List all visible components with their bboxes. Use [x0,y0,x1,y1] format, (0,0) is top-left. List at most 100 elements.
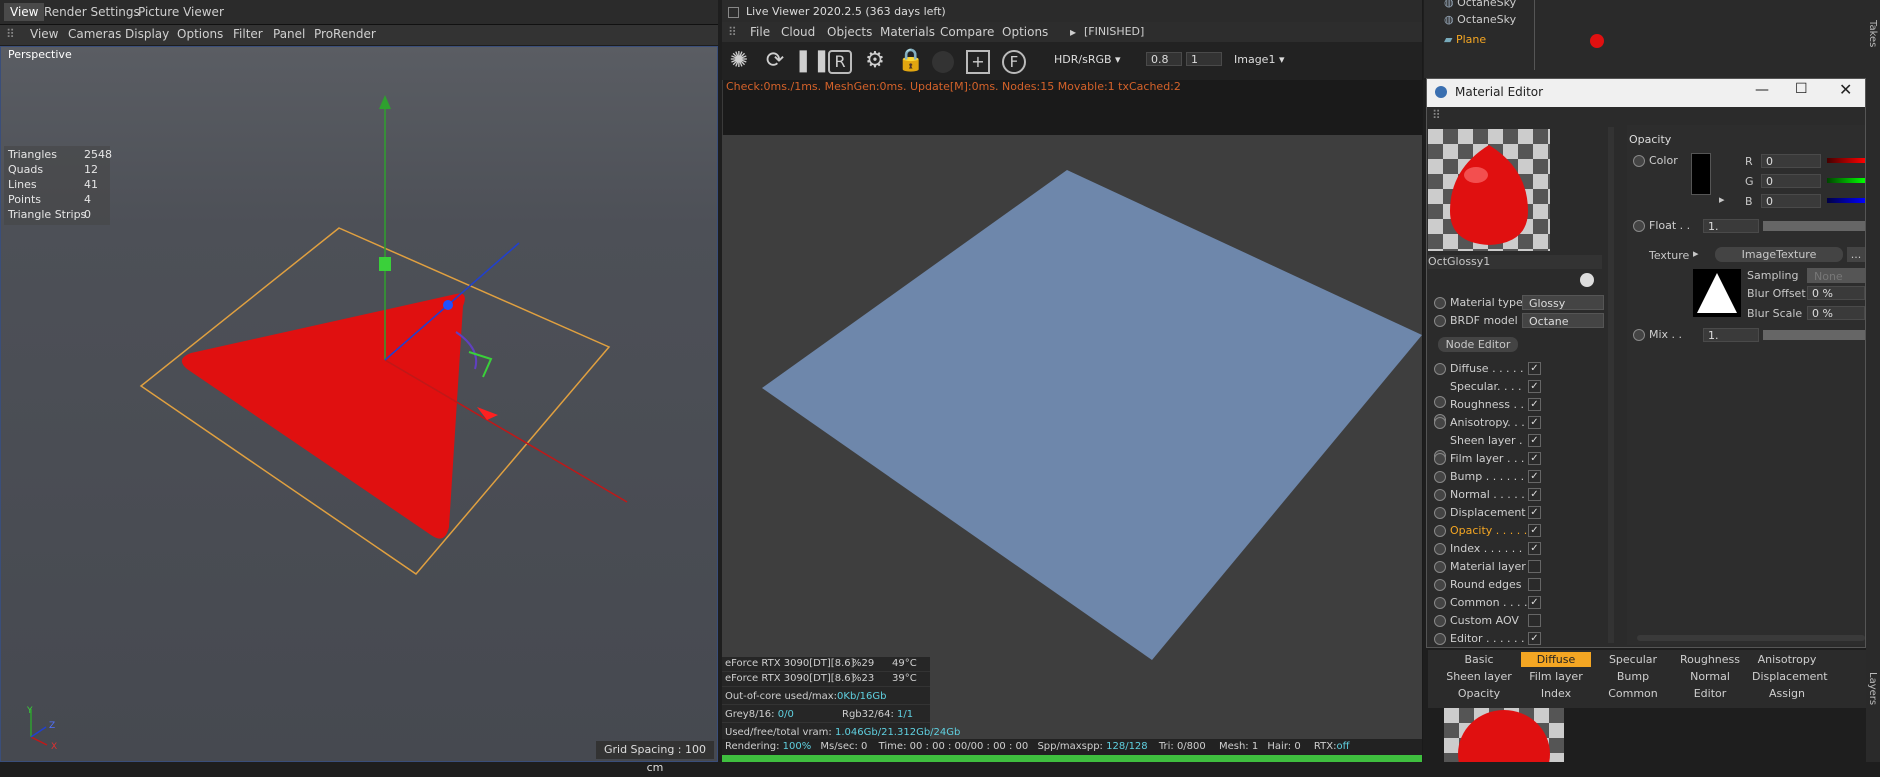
viewport-camera-label[interactable]: Perspective [8,48,72,61]
menu-panel[interactable]: Panel [273,27,305,41]
radio-icon[interactable] [1434,543,1446,555]
channel-checkbox[interactable]: ✓ [1528,524,1541,537]
x-axis-handle[interactable] [477,407,498,420]
grip-icon[interactable]: ⠿ [1432,108,1441,122]
channel-row[interactable]: Custom AOV [1434,613,1541,628]
channel-row[interactable]: Diffuse . . . . . ✓ [1434,361,1541,376]
channel-row[interactable]: Index . . . . . . ✓ [1434,541,1541,556]
menu-cloud[interactable]: Cloud [781,25,815,39]
radio-icon[interactable] [1434,489,1446,501]
texture-options-button[interactable]: ... [1847,247,1865,262]
channel-row[interactable]: Common . . . . ✓ [1434,595,1541,610]
channel-row[interactable]: Anisotropy. . . ✓ [1434,415,1541,430]
side-tab-takes[interactable]: Takes [1867,20,1878,47]
radio-icon[interactable] [1633,155,1645,167]
close-icon[interactable]: ✕ [1839,80,1852,99]
brdf-dropdown[interactable]: Octane [1522,313,1604,328]
radio-icon[interactable] [1434,579,1446,591]
tab-basic[interactable]: Basic [1444,652,1514,667]
tab-assign[interactable]: Assign [1752,686,1822,701]
z-axis-handle[interactable] [443,300,453,310]
channel-row[interactable]: Normal . . . . . ✓ [1434,487,1541,502]
channel-checkbox[interactable] [1528,614,1541,627]
material-preview[interactable] [1428,129,1550,251]
channel-checkbox[interactable]: ✓ [1528,362,1541,375]
channel-checkbox[interactable]: ✓ [1528,506,1541,519]
material-type-dropdown[interactable]: Glossy [1522,295,1604,310]
pause-icon[interactable]: ❚❚ [794,46,831,76]
image-dropdown[interactable]: Image1 ▾ [1228,52,1298,67]
channel-row[interactable]: Film layer . . . ✓ [1434,451,1541,466]
tab-sheen-layer[interactable]: Sheen layer [1444,669,1514,684]
lock-icon[interactable]: 🔒 [896,46,926,76]
y-axis-handle[interactable] [379,257,391,271]
tab-anisotropy[interactable]: Anisotropy [1752,652,1822,667]
send-scene-icon[interactable]: ✺ [724,46,754,76]
focus-picker-icon[interactable] [932,51,954,73]
channel-row[interactable]: Round edges [1434,577,1541,592]
tab-opacity[interactable]: Opacity [1444,686,1514,701]
window-icon[interactable] [728,7,739,18]
radio-icon[interactable] [1434,633,1446,645]
menu-display[interactable]: Display [125,27,169,41]
object-row[interactable]: ◍ OctaneSky [1444,11,1516,29]
channel-checkbox[interactable]: ✓ [1528,416,1541,429]
channel-checkbox[interactable]: ✓ [1528,542,1541,555]
radio-icon[interactable] [1434,507,1446,519]
material-preview-small[interactable] [1444,708,1564,762]
mix-slider[interactable] [1763,330,1865,340]
mix-field[interactable]: 1. [1703,328,1759,342]
expand-arrow-icon[interactable]: ▸ [1070,25,1076,39]
render-output[interactable] [722,135,1422,745]
texture-preview[interactable] [1693,269,1741,317]
color-swatch[interactable] [1691,153,1711,195]
maximize-icon[interactable]: ☐ [1795,81,1808,97]
channel-checkbox[interactable]: ✓ [1528,398,1541,411]
restart-render-icon[interactable]: ⟳ [760,46,790,76]
g-field[interactable]: 0 [1761,174,1821,188]
menu-objects[interactable]: Objects [827,25,872,39]
radio-icon[interactable] [1434,363,1446,375]
b-field[interactable]: 0 [1761,194,1821,208]
horizontal-scrollbar[interactable] [1637,635,1865,641]
radio-icon[interactable] [1434,315,1446,327]
menu-view[interactable]: View [30,27,58,41]
sampling-dropdown[interactable]: None [1807,268,1865,283]
grip-icon[interactable]: ⠿ [728,25,737,39]
material-tag-icon[interactable] [1590,34,1604,48]
radio-icon[interactable] [1434,297,1446,309]
tab-diffuse[interactable]: Diffuse [1521,652,1591,667]
expand-icon[interactable]: ▸ [1719,193,1725,206]
float-slider[interactable] [1763,221,1865,231]
blur-offset-field[interactable]: 0 % [1807,286,1865,300]
menu-prorender[interactable]: ProRender [314,27,376,41]
radio-icon[interactable] [1434,561,1446,573]
channel-row[interactable]: Editor . . . . . . ✓ [1434,631,1541,646]
channel-checkbox[interactable]: ✓ [1528,380,1541,393]
radio-icon[interactable] [1633,220,1645,232]
channel-row[interactable]: Displacement ✓ [1434,505,1541,520]
channel-checkbox[interactable]: ✓ [1528,488,1541,501]
region-render-icon[interactable]: R [828,50,852,74]
tab-render-settings[interactable]: Render Settings [38,3,146,21]
material-name-field[interactable]: OctGlossy1 [1428,255,1602,269]
scrollbar[interactable] [1608,127,1614,643]
tab-picture-viewer[interactable]: Picture Viewer [132,3,230,21]
node-editor-button[interactable]: Node Editor [1438,337,1518,352]
radio-icon[interactable] [1434,417,1446,429]
tab-film-layer[interactable]: Film layer [1521,669,1591,684]
radio-icon[interactable] [1633,329,1645,341]
add-icon[interactable]: + [966,50,990,74]
rotation-handle-green[interactable] [468,351,493,378]
menu-options[interactable]: Options [177,27,223,41]
radio-icon[interactable] [1434,471,1446,483]
channel-row[interactable]: Bump . . . . . . ✓ [1434,469,1541,484]
r-field[interactable]: 0 [1761,154,1821,168]
tab-index[interactable]: Index [1521,686,1591,701]
tab-roughness[interactable]: Roughness [1675,652,1745,667]
menu-cameras[interactable]: Cameras [68,27,121,41]
tab-displacement[interactable]: Displacement [1752,669,1828,684]
channel-checkbox[interactable]: ✓ [1528,434,1541,447]
channel-row[interactable]: Opacity . . . . . ✓ [1434,523,1541,538]
menu-materials[interactable]: Materials [880,25,935,39]
